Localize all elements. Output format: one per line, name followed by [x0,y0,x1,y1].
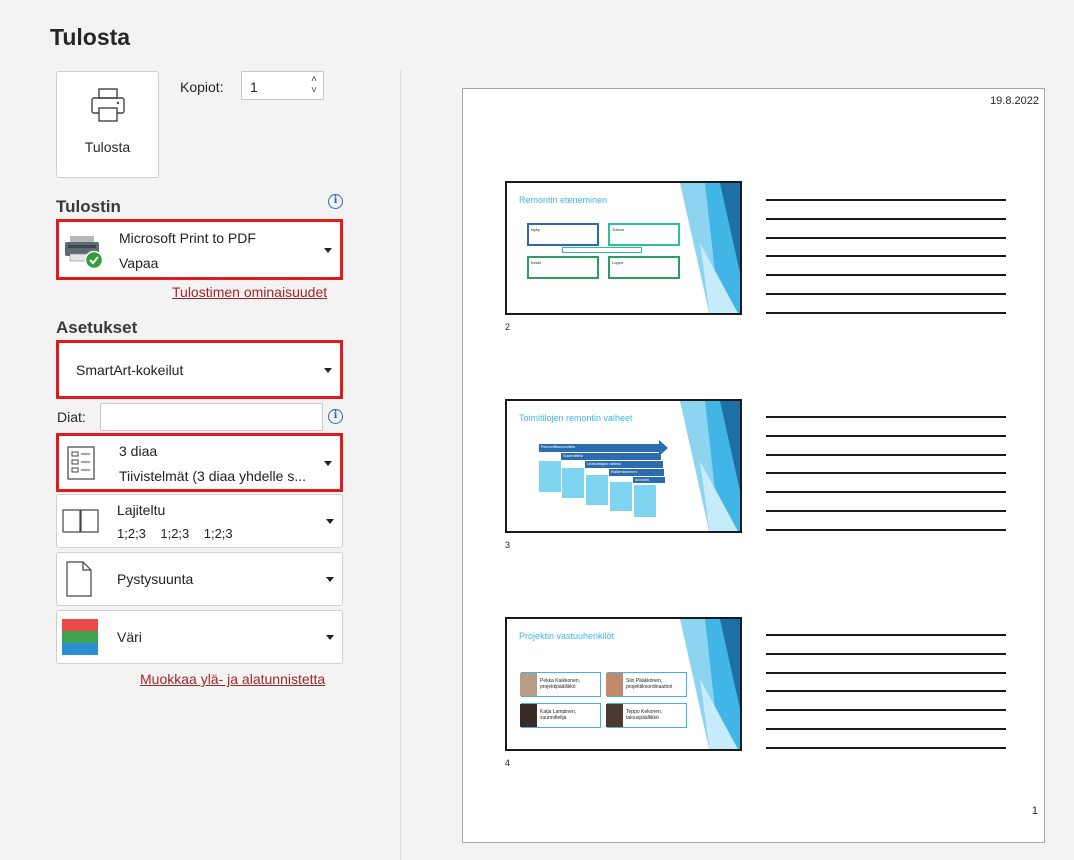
slide-box: Keski [527,256,599,279]
orientation-dropdown[interactable]: Pystysuunta [56,552,343,606]
person-role: suunnittelija [540,715,567,721]
page-title: Tulosta [50,24,131,50]
chevron-down-icon [326,635,334,640]
portrait-page-icon [66,561,92,597]
process-block [539,461,561,492]
layout-line2: Tiivistelmät (3 diaa yhdelle s... [119,468,306,484]
person-photo [606,704,623,727]
person-card: Pekka Kaikkonen, projektipäällikkö [520,672,601,697]
person-role: projektikoordinaattori [626,684,673,690]
slide-title: Projektin vastuuhenkilöt [519,631,615,641]
chevron-down-icon [326,577,334,582]
slides-info-icon[interactable]: i [328,409,343,424]
chevron-down-icon [324,248,332,253]
printer-status-icon [65,236,104,270]
printer-heading: Tulostin [56,197,121,216]
color-dropdown[interactable]: Väri [56,610,343,664]
slide-decoration [680,401,740,531]
person-photo [520,704,537,727]
slide-box: Loppu [608,256,680,279]
preview-page-number: 1 [1031,805,1038,817]
print-button[interactable]: Tulosta [56,71,159,178]
person-role: talouspäällikkö [626,715,659,721]
slide-number: 2 [505,322,511,332]
person-card: Siiri Pääkkönen, projektikoordinaattori [606,672,687,697]
print-preview-page[interactable]: 19.8.2022 Remontin eteneminen Nyky Tulev… [462,88,1045,843]
person-role: projektipäällikkö [540,684,576,690]
print-button-label: Tulosta [84,139,131,155]
collation-line1: Lajiteltu [117,502,166,518]
header-footer-link[interactable]: Muokkaa ylä- ja alatunnistetta [140,671,325,687]
preview-date: 19.8.2022 [990,95,1039,107]
printer-icon [91,88,125,122]
copies-value[interactable]: 1 [250,79,258,95]
collation-dropdown[interactable]: Lajiteltu 1;2;3 1;2;3 1;2;3 [56,494,343,548]
process-block [562,468,584,498]
chevron-down-icon [324,368,332,373]
slide-box: Tuleva [608,223,680,246]
printer-status: Vapaa [119,255,159,271]
printer-properties-link[interactable]: Tulostimen ominaisuudet [172,284,327,300]
panel-divider [400,70,401,860]
process-step: Remonttisuunnitelu [539,444,659,452]
slide-decoration [680,619,740,749]
process-step: Urakoitsijan valinta [585,461,663,468]
slide-range-value: SmartArt-kokeilut [76,362,184,378]
process-block [634,485,656,517]
person-photo [606,673,623,696]
process-step: Arviointi [633,477,665,483]
copies-label: Kopiot: [180,79,224,95]
color-mode-icon [62,619,98,655]
printer-name: Microsoft Print to PDF [119,230,256,246]
collated-icon [62,509,99,533]
notes-lines [766,634,1006,766]
color-value: Väri [117,629,142,645]
slide-number: 4 [505,758,511,768]
slide-thumbnail-3: Toimitilojen remontin vaiheet Remonttisu… [505,399,742,533]
person-card: Katja Lampinen, suunnittelija [520,703,601,728]
slide-title: Toimitilojen remontin vaiheet [519,413,633,423]
process-block [586,475,608,505]
chevron-down-icon [326,519,334,524]
process-block [610,482,632,511]
slides-input[interactable] [100,403,323,431]
layout-dropdown[interactable]: 3 diaa Tiivistelmät (3 diaa yhdelle s... [56,433,343,492]
copies-spin-icon[interactable]: ˄ ˅ [311,74,317,96]
slide-decoration [680,183,740,313]
slide-number: 3 [505,540,511,550]
slide-box: Nyky [527,223,599,246]
slide-range-dropdown[interactable]: SmartArt-kokeilut [56,340,343,399]
person-photo [520,673,537,696]
orientation-value: Pystysuunta [117,571,194,587]
printer-dropdown[interactable]: Microsoft Print to PDF Vapaa [56,219,343,280]
printer-info-icon[interactable]: i [328,194,343,209]
slides-label: Diat: [57,409,86,425]
collation-line2: 1;2;3 1;2;3 1;2;3 [117,526,233,541]
person-card: Teppo Kekonen, talouspäällikkö [606,703,687,728]
notes-lines [766,416,1006,548]
slide-title: Remontin eteneminen [519,195,608,205]
layout-line1: 3 diaa [119,443,158,459]
slide-thumbnail-4: Projektin vastuuhenkilöt Pekka Kaikkonen… [505,617,742,751]
notes-lines [766,199,1006,331]
handouts-layout-icon [67,446,95,480]
process-step: Suunnittelu [561,453,661,460]
slide-thumbnail-2: Remontin eteneminen Nyky Tuleva Keski Lo… [505,181,742,315]
slide-connector [562,247,642,253]
process-step: Rakentaminen [609,469,664,476]
chevron-down-icon [324,461,332,466]
copies-stepper[interactable]: 1 ˄ ˅ [241,71,324,100]
settings-heading: Asetukset [56,318,138,337]
